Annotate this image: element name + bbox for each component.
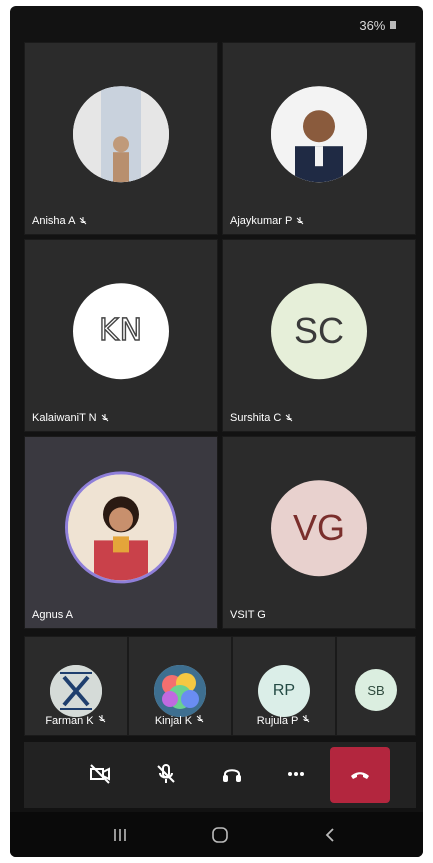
avatar-initials: RP [272, 682, 296, 699]
participant-name: Kinjal K [129, 714, 231, 727]
name-label: Surshita C [230, 412, 282, 424]
name-label: Farman K [45, 715, 94, 727]
avatar [65, 470, 177, 583]
profile-photo-icon [154, 665, 206, 717]
participant-tile-ajaykumar[interactable]: Ajaykumar P [222, 42, 416, 235]
avatar: SB [355, 669, 397, 711]
more-dots-icon [288, 772, 304, 776]
avatar [271, 85, 367, 182]
mic-off-icon [157, 764, 175, 783]
name-label: Rujula P [256, 715, 299, 727]
avatar: KN [73, 282, 169, 379]
call-controls [24, 742, 416, 808]
back-chevron-icon [325, 828, 334, 842]
participant-strip: Farman K Kinjal K RP Rujula P SB [24, 636, 416, 736]
mic-off-icon [98, 715, 106, 723]
participant-name: KalaiwaniT N [32, 412, 110, 424]
avatar-initials: KN [98, 313, 144, 349]
avatar: SC [271, 282, 367, 379]
participant-tile-surshita[interactable]: SC Surshita C [222, 239, 416, 432]
hang-up-button[interactable] [330, 747, 390, 803]
participant-tile-kalaiwani[interactable]: KN KalaiwaniT N [24, 239, 218, 432]
avatar [154, 665, 206, 717]
name-label: KalaiwaniT N [32, 412, 97, 424]
avatar [50, 665, 102, 717]
participant-tile-vsit[interactable]: VG VSIT G [222, 436, 416, 629]
name-label: Anisha A [32, 215, 76, 227]
participant-name: Anisha A [32, 215, 88, 227]
battery-percent: 36% [359, 18, 386, 33]
participant-name: Ajaykumar P [230, 215, 305, 227]
participant-name: Rujula P [233, 714, 335, 727]
mic-off-icon [196, 715, 204, 723]
audio-output-button[interactable] [208, 750, 256, 798]
home-icon [212, 827, 228, 843]
phone-hangup-icon [351, 772, 369, 779]
home-button[interactable] [205, 822, 235, 848]
back-button[interactable] [315, 822, 345, 848]
avatar: VG [271, 479, 367, 576]
battery-indicator: 36% [359, 18, 397, 33]
name-label: Ajaykumar P [230, 215, 293, 227]
camera-off-icon [90, 764, 110, 784]
participant-name: Surshita C [230, 412, 294, 424]
battery-icon [390, 21, 396, 29]
system-navigation-bar [10, 812, 423, 857]
participant-tile-agnus-active-speaker[interactable]: Agnus A [24, 436, 218, 629]
more-options-button[interactable] [272, 750, 320, 798]
name-label: Kinjal K [154, 715, 193, 727]
avatar [73, 85, 169, 182]
avatar: RP [258, 665, 310, 717]
recents-icon [114, 829, 126, 841]
participant-name: Farman K [25, 714, 127, 727]
headphones-icon [223, 769, 241, 782]
avatar-initials: VG [292, 506, 345, 548]
participant-tile-anisha[interactable]: Anisha A [24, 42, 218, 235]
name-label: Agnus A [32, 609, 73, 621]
mic-off-icon [286, 414, 293, 422]
camera-off-button[interactable] [76, 750, 124, 798]
status-bar: 36% [10, 6, 423, 42]
phone-screen: 36% Anisha A Ajaykumar P KN KalaiwaniT N… [10, 6, 423, 857]
participant-name: VSIT G [230, 609, 266, 621]
participant-name: Agnus A [32, 609, 73, 621]
mic-off-icon [101, 414, 108, 422]
mute-button[interactable] [142, 750, 190, 798]
avatar-initials: SB [367, 682, 385, 698]
recent-apps-button[interactable] [105, 822, 135, 848]
mic-off-icon [297, 217, 304, 225]
avatar-initials: SC [293, 309, 344, 351]
strip-tile-rujula[interactable]: RP Rujula P [232, 636, 336, 736]
mic-off-icon [80, 217, 87, 225]
strip-tile-sb[interactable]: SB [336, 636, 416, 736]
mic-off-icon [302, 715, 310, 723]
profile-photo-icon [271, 85, 367, 182]
strip-tile-farman[interactable]: Farman K [24, 636, 128, 736]
profile-photo-icon [50, 665, 102, 717]
strip-tile-kinjal[interactable]: Kinjal K [128, 636, 232, 736]
name-label: VSIT G [230, 609, 266, 621]
profile-photo-icon [68, 473, 174, 580]
profile-photo-icon [73, 85, 169, 182]
